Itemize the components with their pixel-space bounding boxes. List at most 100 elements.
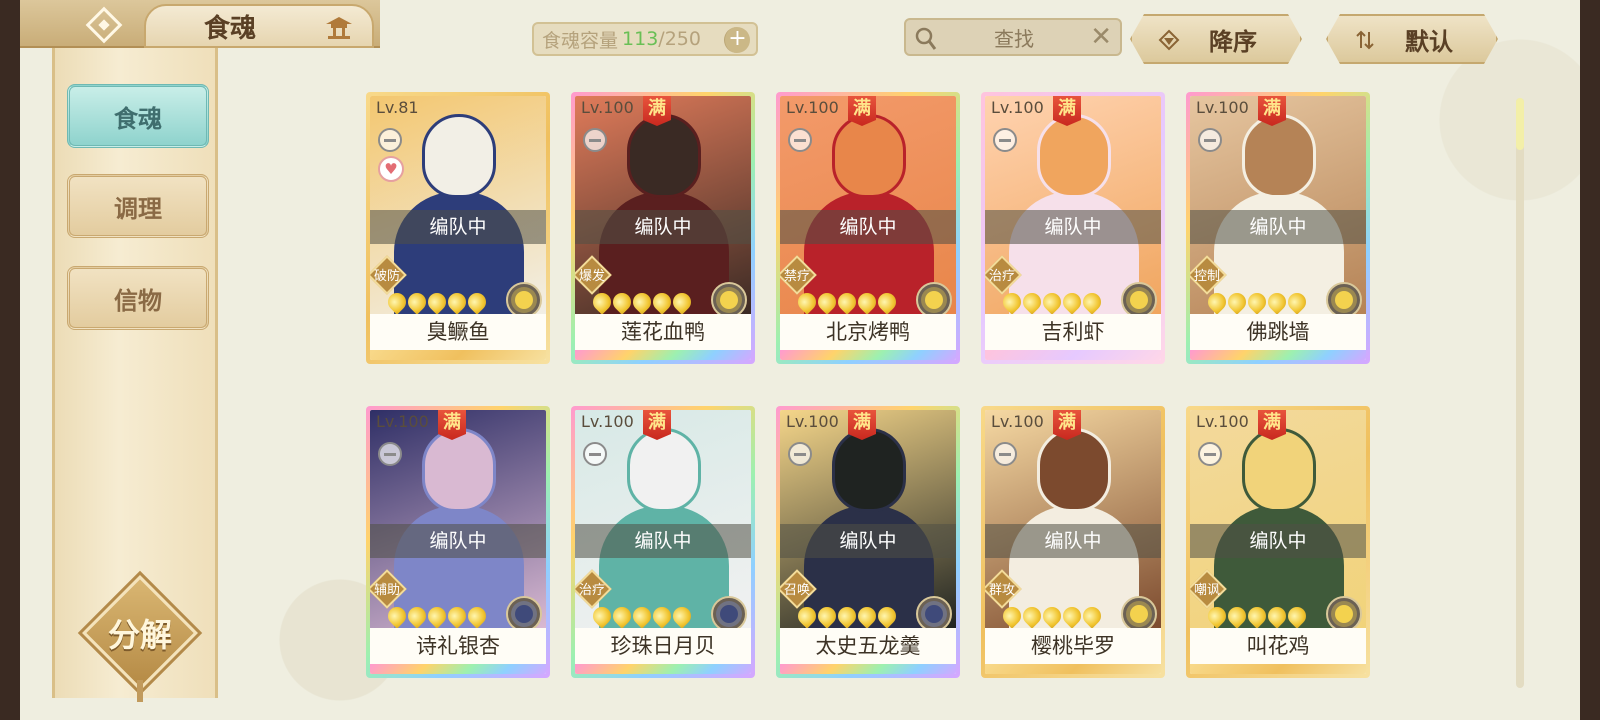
food-soul-card[interactable]: Lv.100 满 编队中 群攻 樱桃毕罗: [981, 406, 1165, 678]
lock-icon[interactable]: [583, 442, 607, 466]
role-badge: 禁疗: [780, 255, 817, 295]
star-icon: [589, 603, 615, 629]
rarity-flower-icon: [1326, 282, 1362, 318]
back-arrow-icon: [85, 6, 123, 44]
scrollbar-thumb[interactable]: [1516, 98, 1524, 150]
sidebar-item-food-soul[interactable]: 食魂: [67, 84, 209, 148]
character-head: [1242, 428, 1316, 512]
role-label: 控制: [1193, 269, 1220, 284]
role-badge: 治疗: [985, 255, 1022, 295]
in-team-banner: 编队中: [370, 210, 546, 244]
sort-mode-button[interactable]: 默认: [1326, 14, 1498, 64]
lock-icon[interactable]: [583, 128, 607, 152]
decompose-button[interactable]: 分解: [82, 575, 198, 702]
in-team-banner: 编队中: [1190, 210, 1366, 244]
home-pavilion-icon[interactable]: [324, 14, 354, 40]
lock-icon[interactable]: [378, 128, 402, 152]
in-team-banner: 编队中: [575, 210, 751, 244]
sidebar-item-recipe[interactable]: 调理: [67, 174, 209, 238]
star-icon: [1039, 603, 1065, 629]
capacity-max: 250: [664, 28, 701, 50]
expand-capacity-button[interactable]: +: [724, 27, 750, 53]
in-team-banner: 编队中: [985, 524, 1161, 558]
card-list-scrollbar[interactable]: [1516, 98, 1524, 688]
food-soul-card[interactable]: Lv.100 满 编队中 治疗 珍珠日月贝: [571, 406, 755, 678]
rarity-flower-icon: [506, 282, 542, 318]
star-icon: [649, 289, 675, 315]
lock-icon[interactable]: [1198, 128, 1222, 152]
food-soul-card[interactable]: Lv.81 ♥ 编队中 破防 臭鳜鱼: [366, 92, 550, 364]
card-bottom-strip: [370, 664, 546, 674]
star-icon: [999, 603, 1025, 629]
level-label: Lv.100: [1196, 412, 1249, 431]
star-icon: [999, 289, 1025, 315]
character-head: [627, 428, 701, 512]
star-icon: [814, 289, 840, 315]
food-soul-card[interactable]: Lv.100 满 编队中 辅助 诗礼银杏: [366, 406, 550, 678]
star-icon: [1079, 603, 1105, 629]
lock-icon[interactable]: [788, 128, 812, 152]
level-label: Lv.100: [786, 412, 839, 431]
clear-search-icon[interactable]: ✕: [1090, 22, 1112, 52]
role-label: 治疗: [988, 269, 1015, 284]
favorite-heart-icon[interactable]: ♥: [378, 156, 404, 182]
food-soul-card[interactable]: Lv.100 满 编队中 禁疗 北京烤鸭: [776, 92, 960, 364]
lock-icon[interactable]: [1198, 442, 1222, 466]
in-team-banner: 编队中: [780, 524, 956, 558]
lock-icon[interactable]: [993, 442, 1017, 466]
capacity-current: 113: [622, 28, 659, 50]
star-icon: [1059, 289, 1085, 315]
star-icon: [444, 289, 470, 315]
character-name: 佛跳墙: [1190, 314, 1366, 350]
star-icon: [404, 603, 430, 629]
star-rating: [794, 603, 900, 629]
lock-icon[interactable]: [993, 128, 1017, 152]
star-icon: [669, 603, 695, 629]
star-rating: [1204, 289, 1310, 315]
character-name: 莲花血鸭: [575, 314, 751, 350]
card-inner: Lv.100 满 编队中 治疗 吉利虾: [985, 96, 1161, 360]
lock-icon[interactable]: [788, 442, 812, 466]
rarity-flower-icon: [711, 282, 747, 318]
star-rating: [589, 603, 695, 629]
role-label: 辅助: [373, 583, 400, 598]
star-icon: [814, 603, 840, 629]
character-head: [832, 428, 906, 512]
star-icon: [1284, 603, 1310, 629]
star-icon: [1059, 603, 1085, 629]
decompose-label: 分解: [107, 616, 172, 654]
food-soul-card[interactable]: Lv.100 满 编队中 嘲讽 叫花鸡: [1186, 406, 1370, 678]
top-header: 食魂: [20, 0, 380, 48]
max-level-badge: 满: [1258, 410, 1286, 440]
star-icon: [834, 289, 860, 315]
role-label: 破防: [373, 269, 400, 284]
back-button[interactable]: [76, 4, 132, 46]
max-level-badge: 满: [643, 96, 671, 126]
max-level-badge: 满: [1053, 410, 1081, 440]
level-label: Lv.100: [991, 412, 1044, 431]
level-label: Lv.100: [991, 98, 1044, 117]
card-bottom-strip: [780, 664, 956, 674]
card-inner: Lv.100 满 编队中 嘲讽 叫花鸡: [1190, 410, 1366, 674]
food-soul-card[interactable]: Lv.100 满 编队中 治疗 吉利虾: [981, 92, 1165, 364]
capacity-indicator: 食魂容量 113 / 250 +: [532, 22, 758, 56]
character-head: [1037, 428, 1111, 512]
capacity-label: 食魂容量: [542, 29, 619, 52]
card-inner: Lv.100 满 编队中 爆发 莲花血鸭: [575, 96, 751, 360]
food-soul-card[interactable]: Lv.100 满 编队中 爆发 莲花血鸭: [571, 92, 755, 364]
rarity-flower-icon: [916, 282, 952, 318]
in-team-banner: 编队中: [370, 524, 546, 558]
star-icon: [629, 603, 655, 629]
search-input[interactable]: 查找 ✕: [904, 18, 1122, 56]
food-soul-card[interactable]: Lv.100 满 编队中 召唤 太史五龙羹: [776, 406, 960, 678]
sidebar: 食魂 调理 信物 分解: [52, 48, 218, 702]
lock-icon[interactable]: [378, 442, 402, 466]
star-icon: [464, 289, 490, 315]
food-soul-card[interactable]: Lv.100 满 编队中 控制 佛跳墙: [1186, 92, 1370, 364]
star-icon: [1224, 289, 1250, 315]
star-rating: [999, 603, 1105, 629]
star-icon: [1284, 289, 1310, 315]
page-title: 食魂: [204, 13, 257, 44]
sort-order-button[interactable]: 降序: [1130, 14, 1302, 64]
sidebar-item-token[interactable]: 信物: [67, 266, 209, 330]
